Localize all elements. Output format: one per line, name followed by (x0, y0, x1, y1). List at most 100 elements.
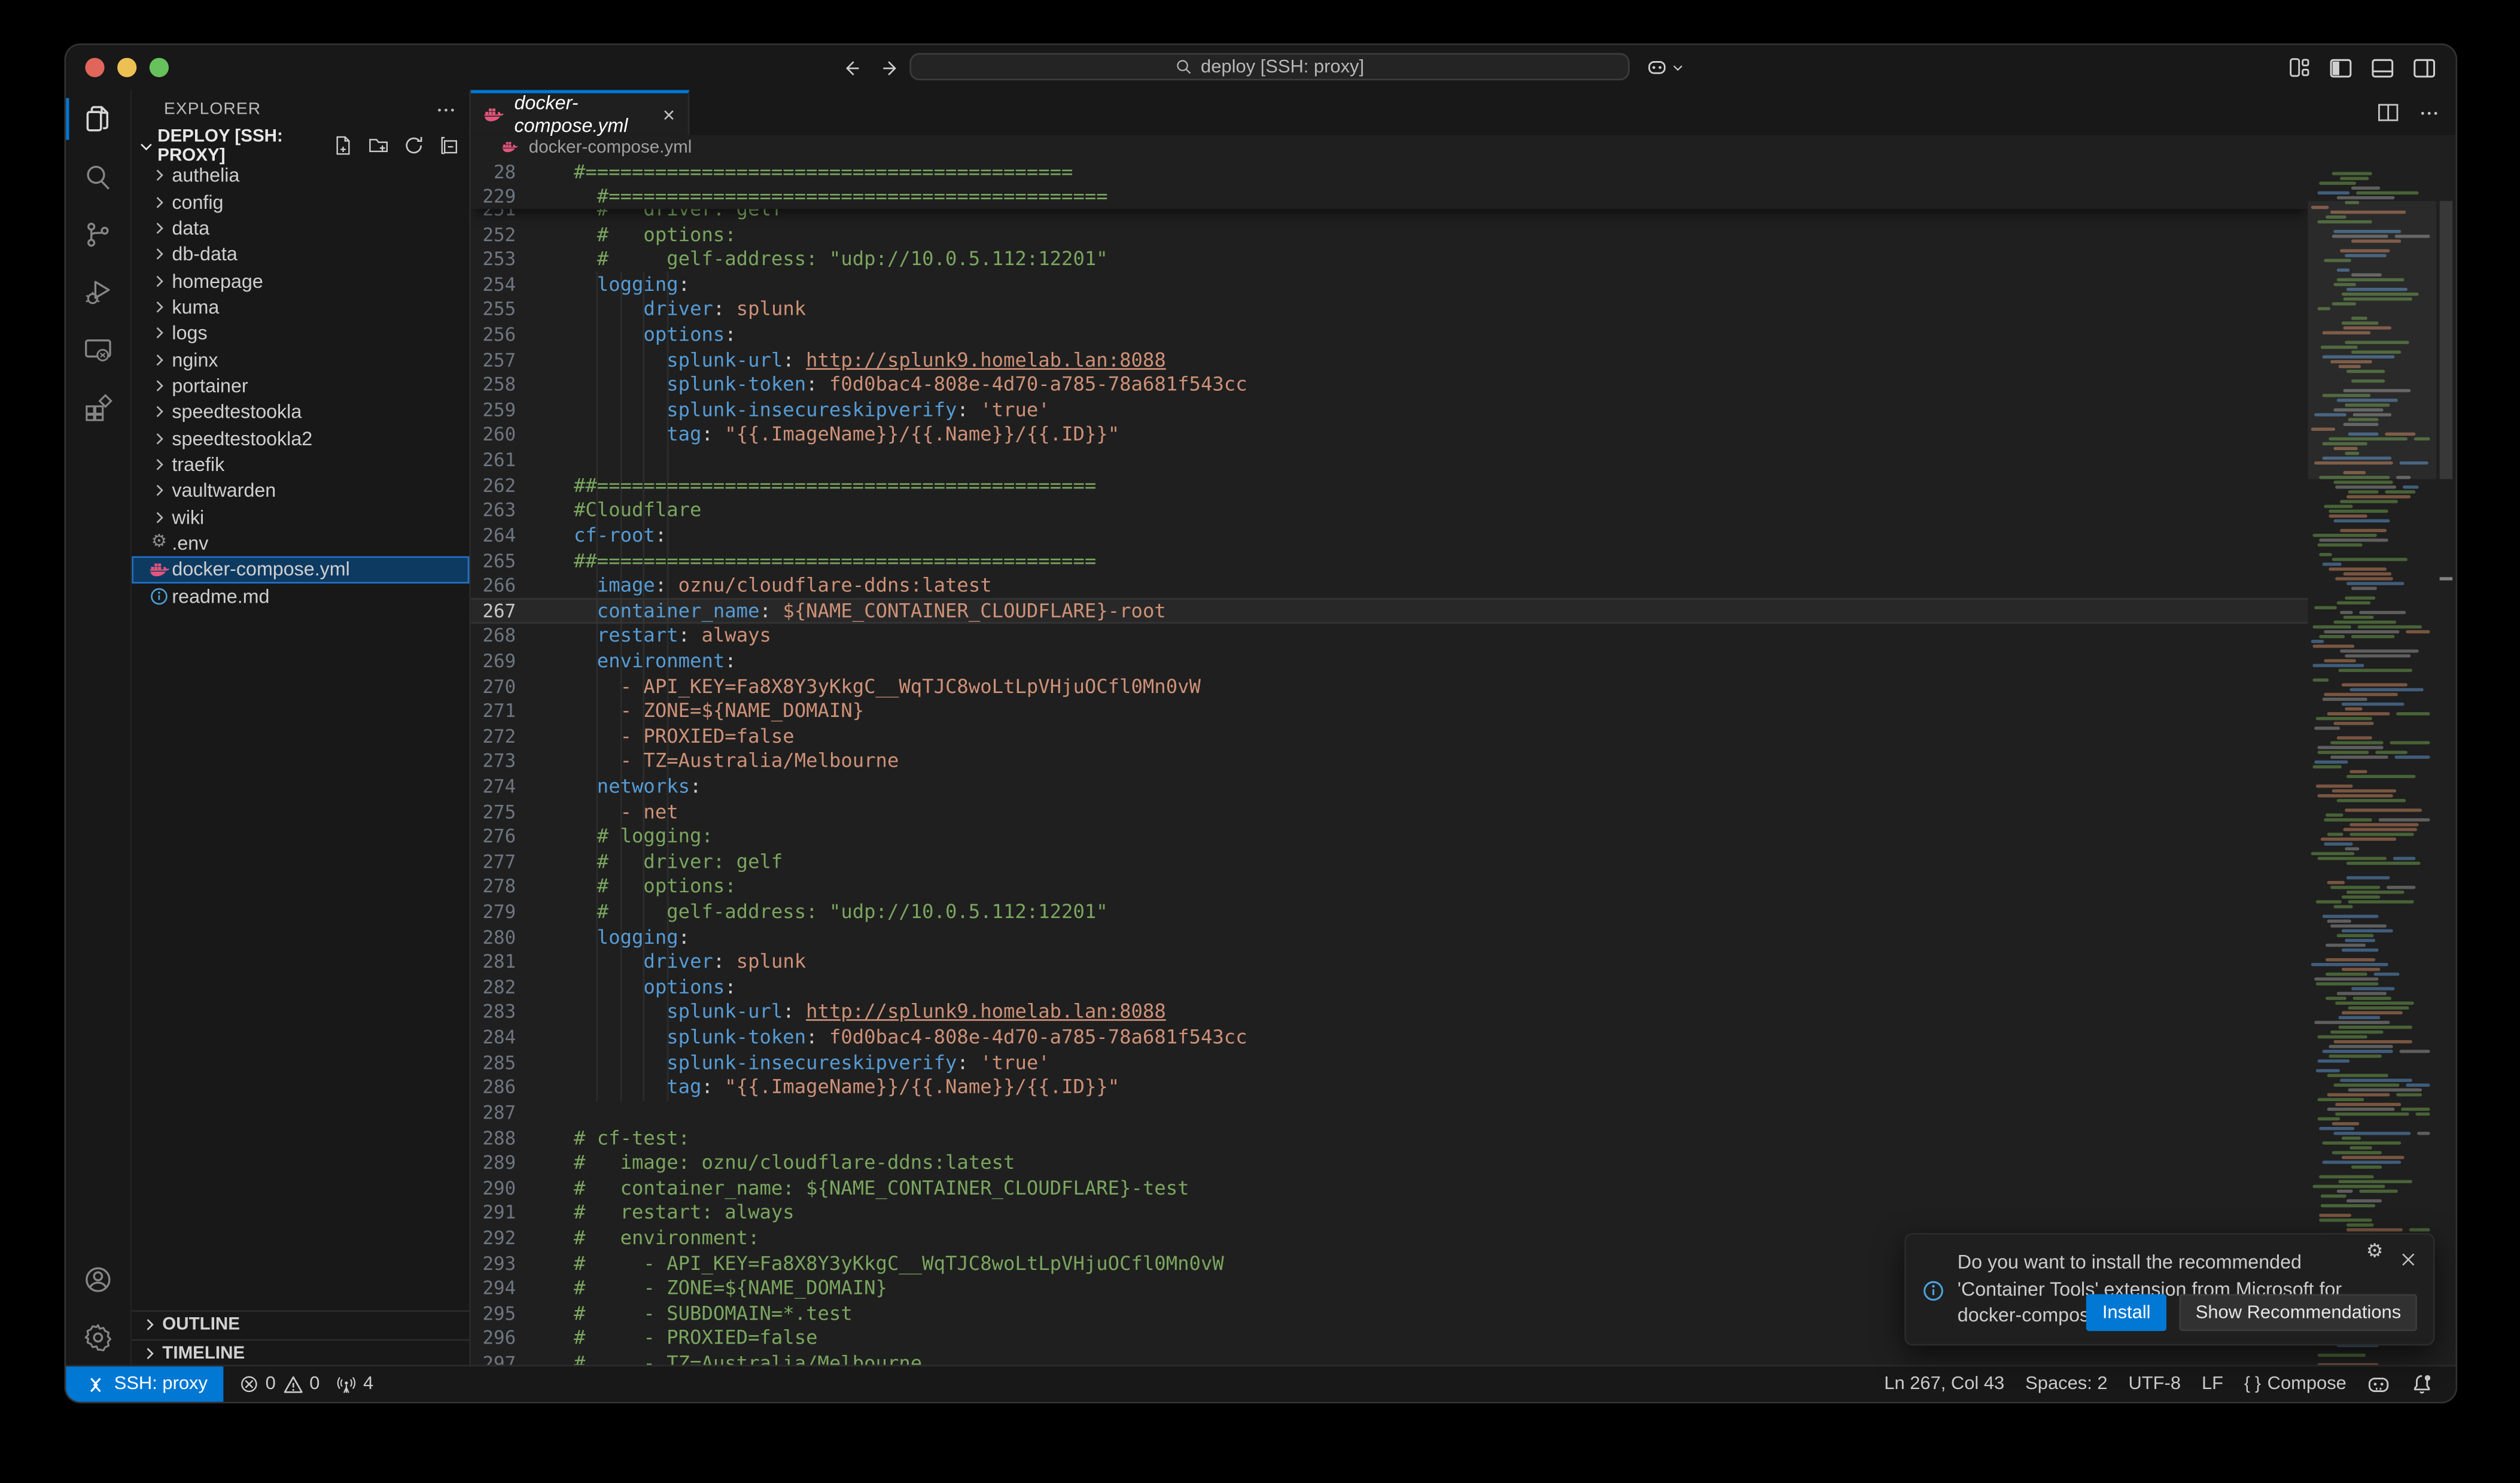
status-item-spaces-2[interactable]: Spaces: 2 (2025, 1375, 2107, 1394)
command-center[interactable]: deploy [SSH: proxy] (909, 53, 1629, 81)
status-item-compose[interactable]: { }Compose (2244, 1375, 2346, 1394)
code-line-279[interactable]: 279 # gelf-address: "udp://10.0.5.112:12… (471, 899, 2308, 924)
code-line-275[interactable]: 275 - net (471, 799, 2308, 824)
sidebar-item-readme-md[interactable]: readme.md (132, 583, 469, 609)
code-line-287[interactable]: 287 (471, 1100, 2308, 1125)
close-window-button[interactable] (85, 58, 104, 77)
sidebar-item-kuma[interactable]: kuma (132, 294, 469, 320)
activity-item-extensions[interactable] (66, 379, 130, 437)
code-line-262[interactable]: 262##===================================… (471, 472, 2308, 497)
sidebar-item-data[interactable]: data (132, 215, 469, 241)
copilot-status[interactable] (2367, 1373, 2390, 1396)
sidebar-item-traefik[interactable]: traefik (132, 451, 469, 478)
sidebar-item-vaultwarden[interactable]: vaultwarden (132, 478, 469, 504)
code-line-288[interactable]: 288# cf-test: (471, 1125, 2308, 1150)
more-actions-icon[interactable] (2419, 102, 2440, 123)
code-line-269[interactable]: 269 environment: (471, 648, 2308, 673)
code-line-271[interactable]: 271 - ZONE=${NAME_DOMAIN} (471, 698, 2308, 724)
code-line-272[interactable]: 272 - PROXIED=false (471, 724, 2308, 749)
new-folder-icon[interactable] (368, 135, 389, 156)
code-line-263[interactable]: 263#Cloudflare (471, 497, 2308, 522)
outline-section[interactable]: OUTLINE (132, 1311, 469, 1339)
arrow-left-icon[interactable] (841, 57, 862, 78)
code-editor[interactable]: 251 # driver: gelf252 # options:253 # ge… (471, 159, 2455, 1366)
code-line-289[interactable]: 289# image: oznu/cloudflare-ddns:latest (471, 1150, 2308, 1175)
code-line-252[interactable]: 252 # options: (471, 221, 2308, 247)
code-line-290[interactable]: 290# container_name: ${NAME_CONTAINER_CL… (471, 1175, 2308, 1200)
install-button[interactable]: Install (2086, 1294, 2166, 1331)
code-line-280[interactable]: 280 logging: (471, 924, 2308, 949)
sidebar-item--env[interactable]: ⚙.env (132, 530, 469, 557)
sidebar-item-config[interactable]: config (132, 189, 469, 215)
code-line-258[interactable]: 258 splunk-token: f0d0bac4-808e-4d70-a78… (471, 372, 2308, 397)
ports-indicator[interactable]: 4 (336, 1373, 373, 1394)
tab-docker-compose[interactable]: docker-compose.yml × (471, 90, 689, 135)
code-line-281[interactable]: 281 driver: splunk (471, 949, 2308, 974)
split-editor-icon[interactable] (2377, 101, 2400, 124)
status-item-ln-267-col-43[interactable]: Ln 267, Col 43 (1884, 1375, 2004, 1394)
sidebar-item-wiki[interactable]: wiki (132, 504, 469, 530)
minimap-slider[interactable] (2308, 201, 2436, 479)
code-line-229[interactable]: 229 #===================================… (471, 184, 2308, 209)
code-line-264[interactable]: 264cf-root: (471, 522, 2308, 548)
breadcrumb[interactable]: docker-compose.yml (471, 135, 2455, 159)
sidebar-item-logs[interactable]: logs (132, 320, 469, 347)
code-line-256[interactable]: 256 options: (471, 322, 2308, 347)
minimize-window-button[interactable] (117, 58, 136, 77)
bell-dot-status[interactable] (2411, 1373, 2433, 1396)
code-line-266[interactable]: 266 image: oznu/cloudflare-ddns:latest (471, 573, 2308, 598)
activity-item-source-control[interactable] (66, 206, 130, 264)
sticky-scroll[interactable]: 28#=====================================… (471, 159, 2308, 209)
code-line-259[interactable]: 259 splunk-insecureskipverify: 'true' (471, 397, 2308, 423)
activity-item-explorer[interactable] (66, 90, 130, 148)
minimap[interactable] (2308, 159, 2436, 1366)
activity-item-search[interactable] (66, 148, 130, 206)
code-line-297[interactable]: 297# - TZ=Australia/Melbourne (471, 1351, 2308, 1366)
code-line-270[interactable]: 270 - API_KEY=Fa8X8Y3yKkgC__WqTJC8woLtLp… (471, 673, 2308, 698)
code-line-284[interactable]: 284 splunk-token: f0d0bac4-808e-4d70-a78… (471, 1025, 2308, 1050)
new-file-icon[interactable] (333, 135, 354, 156)
activity-item-run-debug[interactable] (66, 264, 130, 322)
code-line-277[interactable]: 277 # driver: gelf (471, 849, 2308, 874)
sidebar-item-db-data[interactable]: db-data (132, 241, 469, 268)
code-line-255[interactable]: 255 driver: splunk (471, 297, 2308, 322)
sidebar-item-portainer[interactable]: portainer (132, 373, 469, 399)
code-line-274[interactable]: 274 networks: (471, 774, 2308, 799)
show-recommendations-button[interactable]: Show Recommendations (2180, 1294, 2417, 1331)
sidebar-item-speedtestookla[interactable]: speedtestookla (132, 399, 469, 425)
code-line-260[interactable]: 260 tag: "{{.ImageName}}/{{.Name}}/{{.ID… (471, 423, 2308, 448)
code-line-265[interactable]: 265##===================================… (471, 548, 2308, 573)
code-line-278[interactable]: 278 # options: (471, 874, 2308, 899)
scrollbar-slider[interactable] (2440, 201, 2452, 479)
code-line-276[interactable]: 276 # logging: (471, 823, 2308, 849)
refresh-icon[interactable] (403, 135, 424, 156)
more-actions-icon[interactable] (436, 99, 456, 120)
sidebar-item-authelia[interactable]: authelia (132, 162, 469, 189)
close-tab-icon[interactable]: × (663, 102, 675, 126)
code-line-285[interactable]: 285 splunk-insecureskipverify: 'true' (471, 1050, 2308, 1075)
activity-item-remote-explorer[interactable] (66, 321, 130, 379)
vertical-scrollbar[interactable] (2436, 159, 2455, 1366)
sidebar-item-docker-compose-yml[interactable]: docker-compose.yml (132, 557, 469, 583)
code-line-261[interactable]: 261 (471, 448, 2308, 473)
code-line-253[interactable]: 253 # gelf-address: "udp://10.0.5.112:12… (471, 247, 2308, 272)
notification-close-icon[interactable] (2399, 1251, 2417, 1269)
status-item-utf-8[interactable]: UTF-8 (2128, 1375, 2181, 1394)
status-item-lf[interactable]: LF (2202, 1375, 2223, 1394)
code-line-267[interactable]: 267 container_name: ${NAME_CONTAINER_CLO… (471, 598, 2308, 623)
code-line-254[interactable]: 254 logging: (471, 272, 2308, 297)
activity-item-accounts[interactable] (66, 1251, 130, 1309)
code-line-273[interactable]: 273 - TZ=Australia/Melbourne (471, 749, 2308, 774)
code-line-283[interactable]: 283 splunk-url: http://splunk9.homelab.l… (471, 999, 2308, 1025)
toggle-secondary-sidebar-icon[interactable] (2412, 56, 2436, 80)
sidebar-item-homepage[interactable]: homepage (132, 268, 469, 294)
customize-layout-icon[interactable] (2288, 56, 2311, 79)
zoom-window-button[interactable] (150, 58, 169, 77)
copilot-menu[interactable] (1646, 53, 1684, 82)
code-line-286[interactable]: 286 tag: "{{.ImageName}}/{{.Name}}/{{.ID… (471, 1075, 2308, 1100)
code-line-257[interactable]: 257 splunk-url: http://splunk9.homelab.l… (471, 347, 2308, 372)
toggle-panel-icon[interactable] (2370, 56, 2394, 80)
toggle-primary-sidebar-icon[interactable] (2329, 56, 2352, 80)
code-line-28[interactable]: 28#=====================================… (471, 159, 2308, 184)
timeline-section[interactable]: TIMELINE (132, 1339, 469, 1367)
